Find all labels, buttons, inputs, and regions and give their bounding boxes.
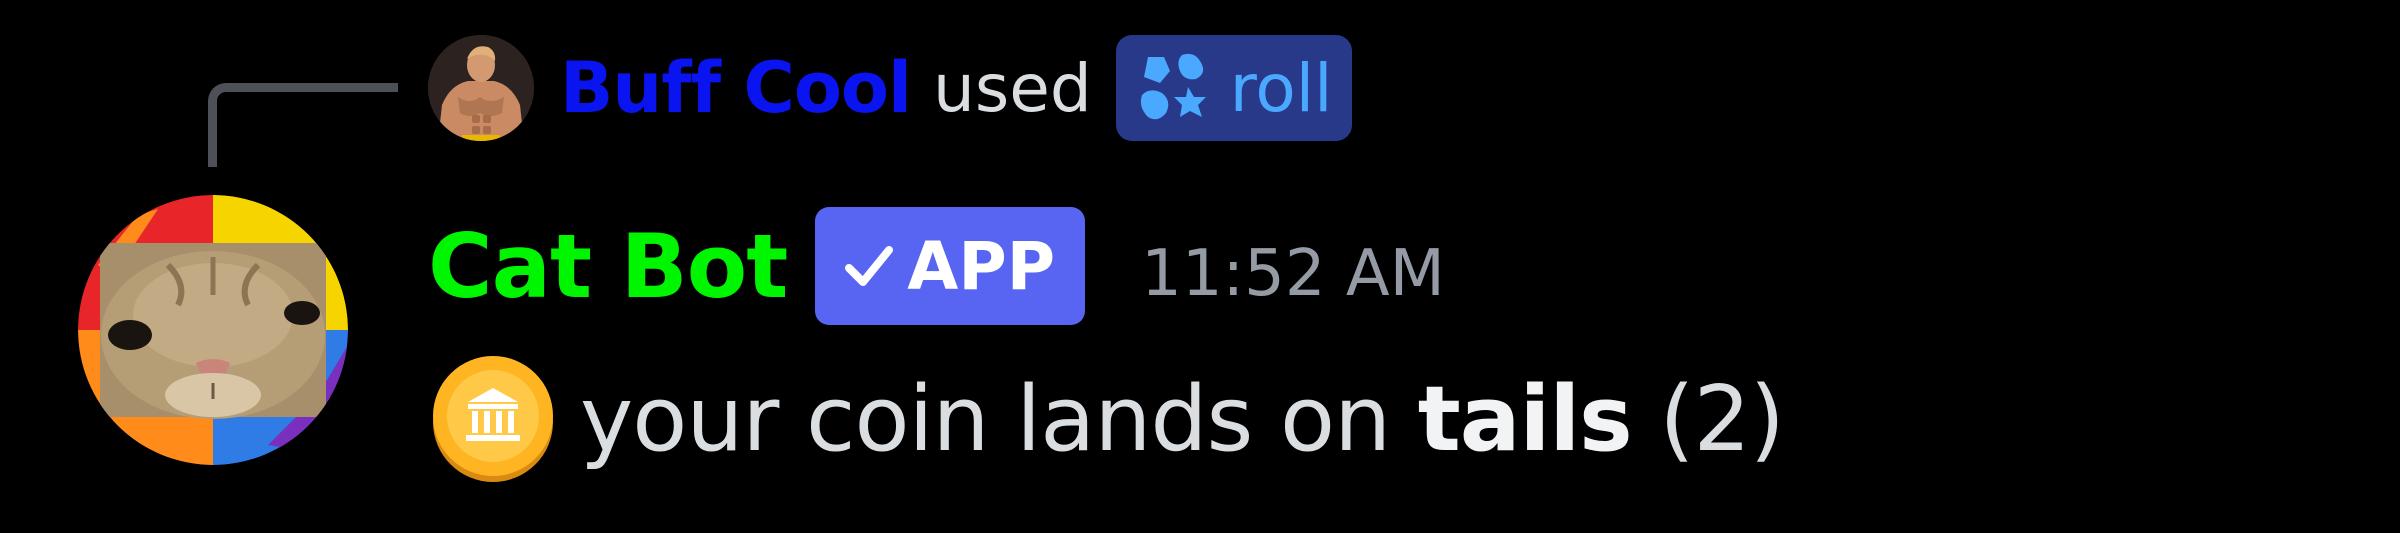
chat-message: Buff Cool used roll Cat Bot APP 11:52 AM… [0,0,2400,533]
command-pill[interactable]: roll [1115,35,1353,141]
reply-user-name[interactable]: Buff Cool [560,47,912,129]
coin-emoji-icon [433,356,553,482]
message-text-start: your coin lands on [580,366,1391,472]
muscular-man-avatar-icon [428,35,534,141]
app-badge: APP [815,207,1086,325]
author-name[interactable]: Cat Bot [428,215,788,318]
app-badge-label: APP [907,227,1056,305]
bot-avatar[interactable] [78,195,348,465]
message-header: Cat Bot APP 11:52 AM [428,205,1445,327]
cat-face-avatar-icon [78,195,348,465]
reply-used-text: used [933,49,1092,127]
checkmark-icon [845,246,894,286]
message-text-bold: tails [1417,366,1633,472]
message-timestamp[interactable]: 11:52 AM [1141,221,1445,311]
message-text: your coin lands on tails (2) [580,366,1785,472]
command-name: roll [1229,49,1333,127]
reply-reference[interactable]: Buff Cool used roll [428,28,1353,148]
message-text-end: (2) [1659,366,1784,472]
reply-connector [208,83,398,167]
app-command-icon [1140,53,1206,120]
message-content: your coin lands on tails (2) [428,354,1785,484]
reply-user-avatar[interactable] [428,35,534,141]
